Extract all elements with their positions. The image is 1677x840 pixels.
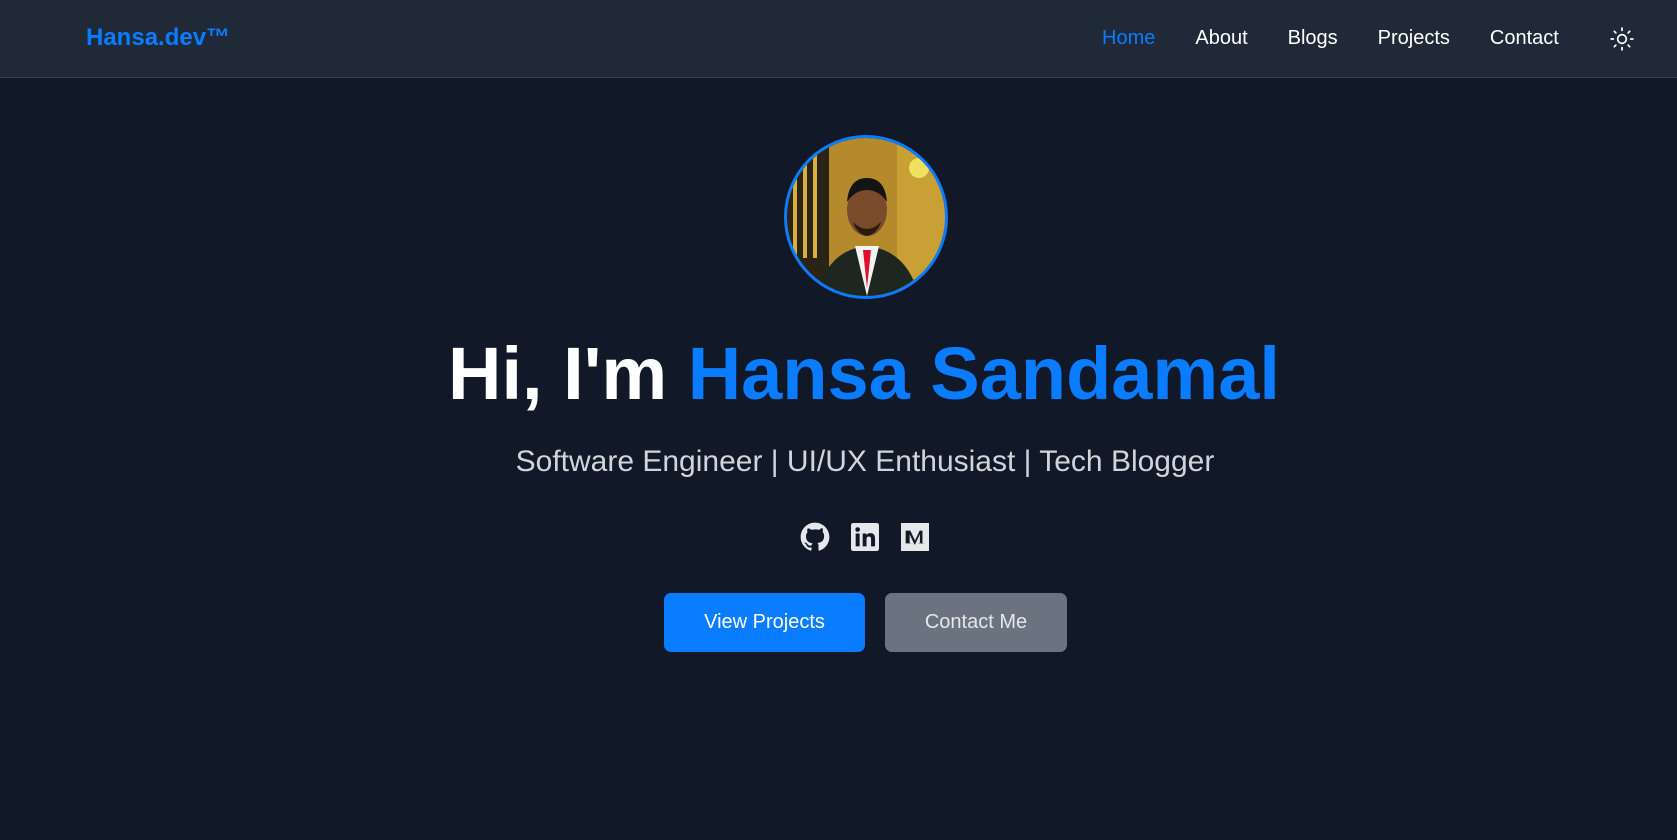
github-link[interactable] [800, 522, 830, 552]
linkedin-icon [851, 523, 879, 551]
avatar [784, 135, 948, 299]
nav-link-blogs[interactable]: Blogs [1288, 26, 1338, 50]
nav-link-home[interactable]: Home [1102, 26, 1155, 50]
social-links [800, 522, 930, 552]
nav-link-contact[interactable]: Contact [1490, 26, 1559, 50]
navbar: Hansa.dev™ Home About Blogs Projects Con… [0, 0, 1677, 78]
hero-subtitle: Software Engineer | UI/UX Enthusiast | T… [515, 445, 1215, 478]
view-projects-button[interactable]: View Projects [664, 593, 865, 652]
profile-photo [787, 138, 945, 296]
linkedin-link[interactable] [850, 522, 880, 552]
brand-logo[interactable]: Hansa.dev™ [86, 24, 230, 52]
contact-me-button[interactable]: Contact Me [885, 593, 1067, 652]
hero-name: Hansa Sandamal [687, 332, 1280, 415]
nav-link-projects[interactable]: Projects [1378, 26, 1450, 50]
sun-icon [1610, 27, 1634, 51]
theme-toggle-button[interactable] [1609, 26, 1635, 52]
medium-link[interactable] [900, 522, 930, 552]
github-icon [800, 522, 830, 551]
medium-icon [901, 523, 929, 551]
nav-link-about[interactable]: About [1195, 26, 1247, 50]
hero-greeting: Hi, I'm [448, 332, 688, 415]
nav-links: Home About Blogs Projects Contact [1102, 26, 1599, 50]
hero-title: Hi, I'm Hansa Sandamal [0, 328, 1677, 420]
